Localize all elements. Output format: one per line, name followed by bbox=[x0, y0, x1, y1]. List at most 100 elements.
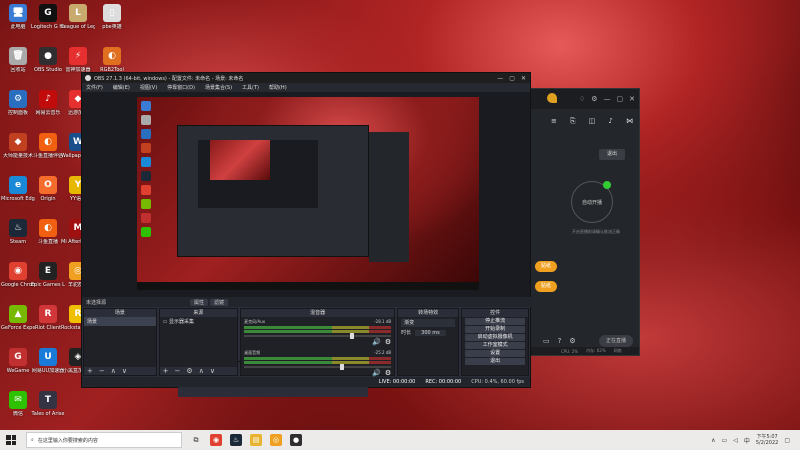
add-icon[interactable]: + bbox=[87, 367, 93, 375]
menu-item[interactable]: 视图(V) bbox=[140, 84, 157, 91]
gear-icon[interactable]: ⚙ bbox=[385, 338, 391, 346]
up-icon[interactable]: ∧ bbox=[199, 367, 204, 375]
volume-icon[interactable]: ◁ bbox=[733, 437, 738, 444]
camera-icon[interactable]: ◫ bbox=[589, 117, 596, 126]
settings-button[interactable]: 设置 bbox=[465, 350, 525, 357]
menu-item[interactable]: 文件(F) bbox=[86, 84, 103, 91]
down-icon[interactable]: ∨ bbox=[122, 367, 127, 375]
desktop-icon[interactable]: ◐ 斗鱼直播伴侣 bbox=[32, 131, 64, 174]
desktop-icon[interactable]: O Origin bbox=[32, 174, 64, 217]
settings-icon[interactable]: ⚙ bbox=[591, 95, 597, 103]
volume-slider[interactable] bbox=[244, 333, 392, 339]
menu-item[interactable]: 工具(T) bbox=[242, 84, 259, 91]
companion-app-icon[interactable]: ◎ bbox=[270, 434, 282, 446]
minimize-icon[interactable]: — bbox=[497, 75, 503, 82]
gear-icon[interactable]: ⚙ bbox=[569, 337, 575, 345]
menu-icon[interactable]: ≡ bbox=[551, 117, 557, 126]
desktop-icon[interactable]: G WeGame bbox=[2, 346, 34, 389]
transition-select[interactable]: 渐变 bbox=[401, 319, 456, 327]
desktop-icon[interactable]: ● OBS Studio bbox=[32, 45, 64, 88]
desktop-icon[interactable]: ▲ GeForce Experience bbox=[1, 303, 35, 346]
exit-button[interactable]: 退出 bbox=[465, 358, 525, 365]
start-button[interactable] bbox=[6, 435, 16, 445]
chrome-icon[interactable]: ◉ bbox=[210, 434, 222, 446]
desktop-icon[interactable]: e Microsoft Edge bbox=[1, 174, 35, 217]
notification-icon[interactable]: ▢ bbox=[784, 437, 790, 444]
desktop-icon[interactable]: E Epic Games Launcher bbox=[31, 260, 65, 303]
stream-companion-window[interactable]: ♢ ⚙ — ▢ ✕ ≡ ⎘ ◫ ♪ ⋈ 退出 自动开播 开启直播前请确认推流正确… bbox=[530, 88, 640, 356]
desktop-icon[interactable]: U 网易UU加速器 bbox=[32, 346, 64, 389]
scenes-dock[interactable]: 场景 场景 + − ∧ ∨ bbox=[83, 308, 157, 376]
up-icon[interactable]: ∧ bbox=[111, 367, 116, 375]
source-item[interactable]: ▭ 显示器采集 bbox=[160, 317, 237, 326]
obs-window[interactable]: OBS 27.1.3 (64-bit, windows) - 配置文件: 未命名… bbox=[81, 72, 534, 397]
desktop-icon[interactable]: 🖥 此电脑 bbox=[2, 2, 34, 45]
desktop-icon[interactable]: ♨ Steam bbox=[2, 217, 34, 260]
chevron-up-icon[interactable]: ∧ bbox=[711, 437, 715, 444]
obs-titlebar[interactable]: OBS 27.1.3 (64-bit, windows) - 配置文件: 未命名… bbox=[82, 73, 530, 83]
link-icon[interactable]: ⋈ bbox=[626, 117, 633, 126]
obs-preview[interactable] bbox=[82, 92, 530, 397]
slider-handle[interactable] bbox=[349, 333, 354, 339]
properties-button[interactable]: 属性 bbox=[190, 298, 209, 306]
desktop-icon[interactable]: T Tales of Arise bbox=[32, 389, 64, 432]
volume-slider[interactable] bbox=[244, 364, 392, 370]
menu-item[interactable]: 帮助(H) bbox=[269, 84, 287, 91]
speaker-icon[interactable]: 🔊 bbox=[372, 338, 381, 346]
live-button[interactable]: 正在直播 bbox=[599, 335, 633, 347]
mixer-dock[interactable]: 混音器 麦克风/Aux -28.1 dB 🔊 ⚙ 桌面音频 -25.2 dB 🔊 ⚙ bbox=[240, 308, 396, 379]
share-icon[interactable]: ⎘ bbox=[570, 117, 576, 126]
steam-icon[interactable]: ♨ bbox=[230, 434, 242, 446]
minimize-icon[interactable]: — bbox=[604, 95, 611, 103]
desktop-icon[interactable]: ♪ 网易云音乐 bbox=[32, 88, 64, 131]
maximize-icon[interactable]: ▢ bbox=[509, 75, 515, 82]
mixer-channel-2[interactable]: 桌面音频 -25.2 dB 🔊 ⚙ bbox=[241, 348, 394, 379]
start-recording-button[interactable]: 开始录制 bbox=[465, 326, 525, 333]
desktop-icon[interactable]: ◆ 大师能量技术 bbox=[2, 131, 34, 174]
desktop-icon[interactable]: R Riot Client bbox=[32, 303, 64, 346]
remove-icon[interactable]: − bbox=[99, 367, 105, 375]
shirt-icon[interactable]: ♢ bbox=[579, 95, 585, 103]
exit-button[interactable]: 退出 bbox=[599, 149, 625, 160]
menu-item[interactable]: 编辑(E) bbox=[113, 84, 130, 91]
ime-icon[interactable]: 中 bbox=[744, 436, 750, 445]
mixer-channel-1[interactable]: 麦克风/Aux -28.1 dB 🔊 ⚙ bbox=[241, 317, 394, 348]
clock[interactable]: 下午5:07 5/2/2022 bbox=[756, 434, 778, 446]
sticker-button-1[interactable]: 贴纸 bbox=[535, 261, 557, 272]
chat-icon[interactable]: ▭ bbox=[543, 337, 550, 345]
desktop-icon[interactable]: ▯ pbe英雄 bbox=[96, 2, 128, 45]
close-icon[interactable]: ✕ bbox=[629, 95, 635, 103]
stop-streaming-button[interactable]: 停止推流 bbox=[465, 318, 525, 325]
menu-item[interactable]: 场景集合(S) bbox=[205, 84, 232, 91]
controls-dock[interactable]: 控件 停止推流 开始录制 启动虚拟摄像机 工作室模式 设置 退出 bbox=[461, 308, 529, 376]
maximize-icon[interactable]: ▢ bbox=[617, 95, 624, 103]
desktop-icon[interactable]: ◐ 斗鱼直播 bbox=[32, 217, 64, 260]
help-icon[interactable]: ? bbox=[558, 337, 562, 345]
down-icon[interactable]: ∨ bbox=[210, 367, 215, 375]
gear-icon[interactable]: ⚙ bbox=[385, 369, 391, 377]
remove-icon[interactable]: − bbox=[175, 367, 181, 375]
sources-dock[interactable]: 来源 ▭ 显示器采集 + − ⚙ ∧ ∨ bbox=[158, 308, 239, 376]
task-view-icon[interactable]: ⧉ bbox=[190, 434, 202, 446]
obs-icon[interactable]: ● bbox=[290, 434, 302, 446]
filters-button[interactable]: 滤镜 bbox=[210, 298, 229, 306]
desktop-icon[interactable]: G Logitech G HUB bbox=[31, 2, 65, 45]
desktop-icon[interactable]: ⚙ 控制面板 bbox=[2, 88, 34, 131]
bell-icon[interactable]: ♪ bbox=[608, 117, 612, 126]
desktop-icon[interactable]: 🗑 回收站 bbox=[2, 45, 34, 88]
desktop-icon[interactable]: ✉ 微信 bbox=[2, 389, 34, 432]
virtual-camera-button[interactable]: 启动虚拟摄像机 bbox=[465, 334, 525, 341]
desktop-icon[interactable]: L League of Legends bbox=[61, 2, 95, 45]
menu-item[interactable]: 停靠窗口(D) bbox=[167, 84, 195, 91]
sticker-button-2[interactable]: 贴纸 bbox=[535, 281, 557, 292]
studio-mode-button[interactable]: 工作室模式 bbox=[465, 342, 525, 349]
duration-input[interactable]: 300 ms bbox=[415, 329, 446, 336]
close-icon[interactable]: ✕ bbox=[521, 75, 526, 82]
transitions-dock[interactable]: 转场特效 渐变 时长 300 ms bbox=[397, 308, 460, 376]
desktop-icon[interactable]: ◉ Google Chrome bbox=[1, 260, 35, 303]
speaker-icon[interactable]: 🔊 bbox=[372, 369, 381, 377]
search-box[interactable]: ⌕ 在这里输入你要搜索的内容 bbox=[26, 432, 182, 448]
scene-item[interactable]: 场景 bbox=[84, 317, 156, 326]
add-icon[interactable]: + bbox=[163, 367, 169, 375]
slider-handle[interactable] bbox=[339, 364, 344, 370]
